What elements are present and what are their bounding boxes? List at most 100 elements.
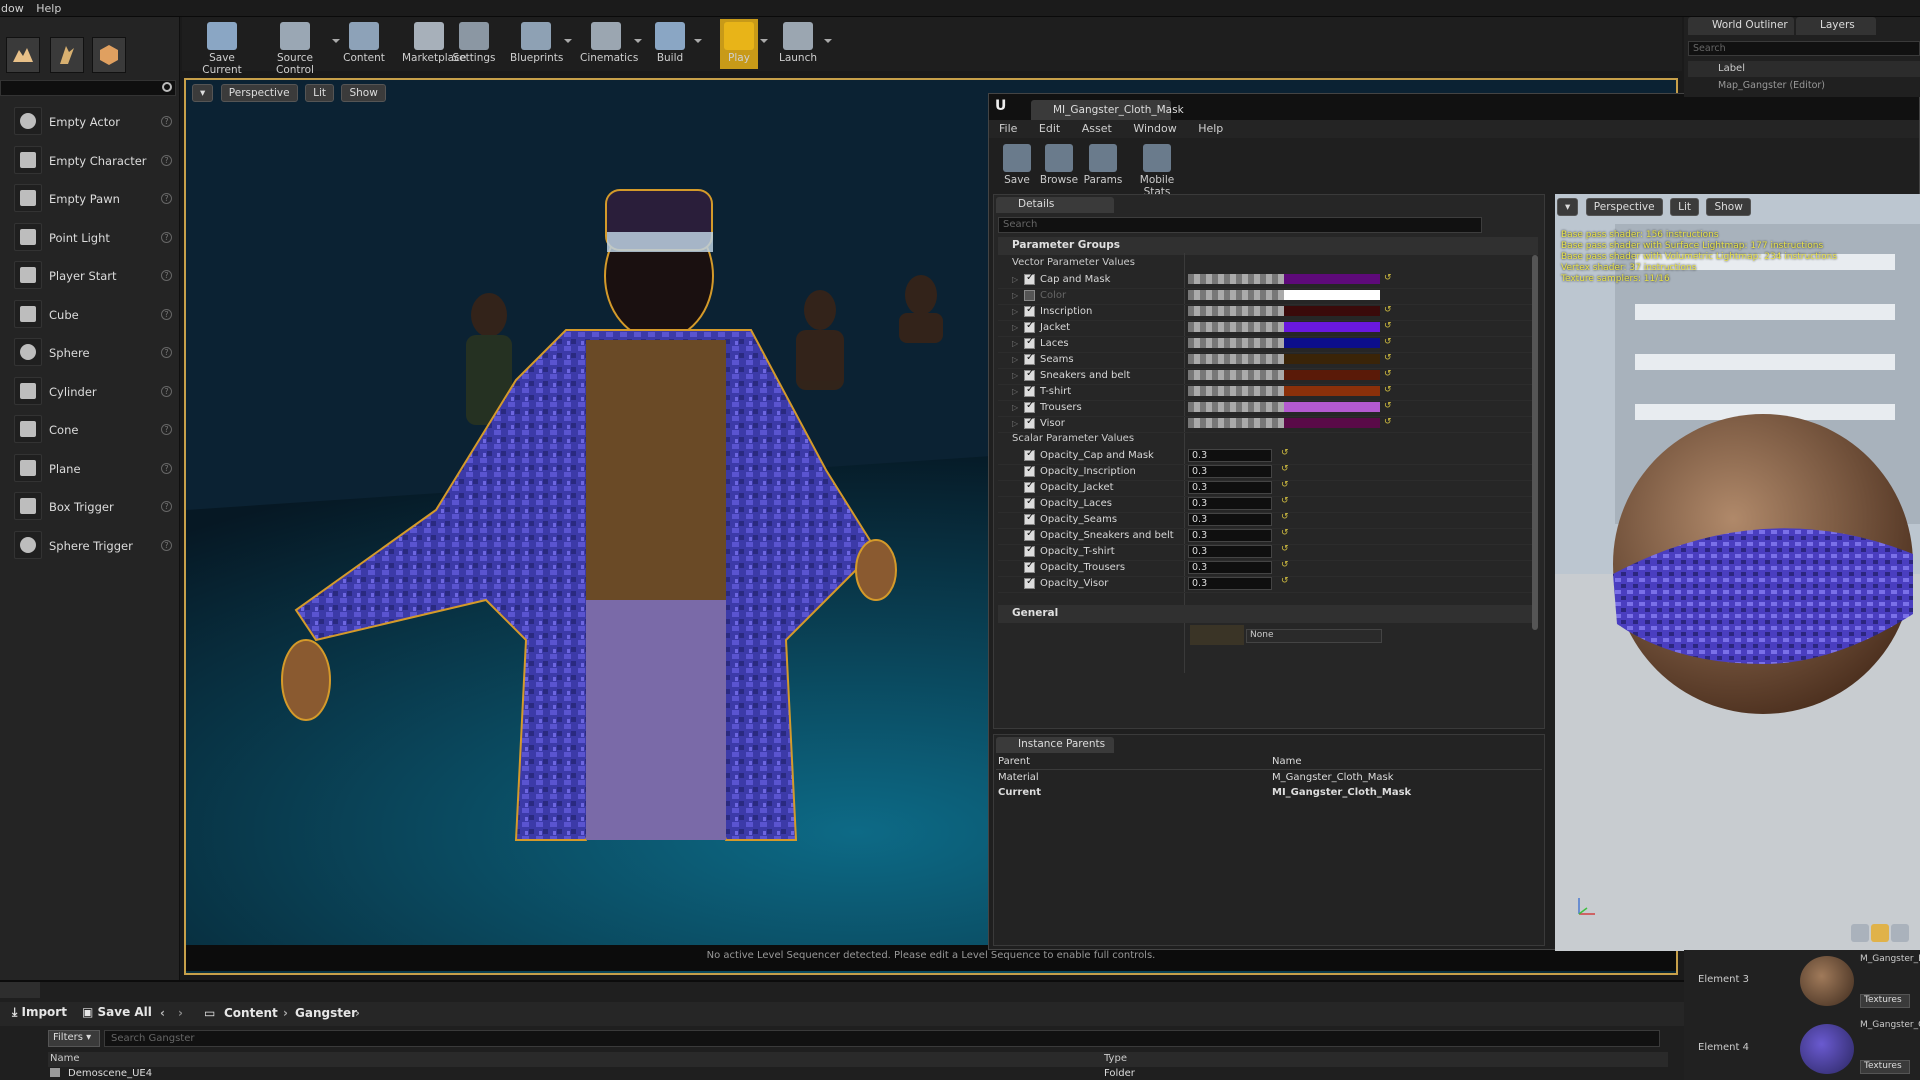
place-item[interactable]: Empty Actor? — [0, 103, 180, 141]
element-3-textures-dropdown[interactable]: Textures — [1860, 994, 1910, 1008]
place-item[interactable]: Player Start? — [0, 257, 180, 295]
alpha-swatch[interactable] — [1188, 386, 1284, 396]
alpha-swatch[interactable] — [1188, 306, 1284, 316]
override-checkbox[interactable] — [1024, 544, 1035, 557]
scalar-value-input[interactable]: 0.3 — [1188, 481, 1272, 494]
color-swatch[interactable] — [1284, 418, 1380, 428]
reset-icon[interactable]: ↺ — [1384, 385, 1392, 395]
table-row[interactable]: Material M_Gangster_Cloth_Mask — [996, 771, 1542, 786]
help-icon[interactable]: ? — [161, 424, 172, 435]
toolbar-button-save-current[interactable]: Save Current — [190, 19, 254, 76]
reset-icon[interactable]: ↺ — [1281, 512, 1289, 522]
preview-options-button[interactable]: ▾ — [1557, 198, 1579, 216]
place-item[interactable]: Empty Pawn? — [0, 180, 180, 218]
scalar-group-header[interactable]: Scalar Parameter Values — [998, 431, 1538, 447]
help-icon[interactable]: ? — [161, 501, 172, 512]
reset-icon[interactable]: ↺ — [1384, 305, 1392, 315]
override-checkbox[interactable] — [1024, 496, 1035, 509]
scalar-value-input[interactable]: 0.3 — [1188, 545, 1272, 558]
reset-icon[interactable]: ↺ — [1281, 480, 1289, 490]
content-browser-tab[interactable] — [0, 982, 40, 998]
reset-icon[interactable]: ↺ — [1384, 353, 1392, 363]
place-item[interactable]: Cone? — [0, 411, 180, 449]
lit-button[interactable]: Lit — [305, 84, 334, 102]
override-checkbox[interactable] — [1024, 368, 1035, 381]
breadcrumb-content[interactable]: Content — [224, 1006, 278, 1020]
reset-icon[interactable]: ↺ — [1281, 448, 1289, 458]
expand-arrow-icon[interactable]: ▷ — [1012, 403, 1018, 412]
override-checkbox[interactable] — [1024, 384, 1035, 397]
parent-dropdown[interactable]: None — [1246, 629, 1382, 643]
help-icon[interactable]: ? — [161, 154, 172, 166]
override-checkbox[interactable] — [1024, 512, 1035, 525]
toolbar-button-launch[interactable]: Launch — [774, 19, 832, 69]
override-checkbox[interactable] — [1024, 320, 1035, 333]
reset-icon[interactable]: ↺ — [1384, 273, 1392, 283]
place-mode-button[interactable] — [6, 37, 40, 73]
expand-arrow-icon[interactable]: ▷ — [1012, 307, 1018, 316]
color-swatch[interactable] — [1284, 354, 1380, 364]
help-icon[interactable]: ? — [161, 270, 172, 281]
preview-shape-button[interactable] — [1851, 924, 1869, 942]
chevron-down-icon[interactable] — [564, 39, 572, 43]
menu-window[interactable]: Window — [1123, 120, 1184, 135]
place-item[interactable]: Point Light? — [0, 219, 180, 257]
forward-button[interactable]: › — [178, 1006, 183, 1020]
instance-parents-tab[interactable]: Instance Parents — [996, 737, 1114, 753]
override-checkbox[interactable] — [1024, 290, 1035, 301]
alpha-swatch[interactable] — [1188, 354, 1284, 364]
override-checkbox[interactable] — [1024, 560, 1035, 573]
geometry-mode-button[interactable] — [92, 37, 126, 73]
toolbar-button-marketplace[interactable]: Marketplace — [402, 19, 466, 69]
reset-icon[interactable]: ↺ — [1281, 496, 1289, 506]
chevron-down-icon[interactable] — [332, 39, 340, 43]
reset-icon[interactable]: ↺ — [1281, 560, 1289, 570]
expand-arrow-icon[interactable]: ▷ — [1012, 339, 1018, 348]
help-icon[interactable]: ? — [161, 385, 172, 397]
world-outliner-tab[interactable]: World Outliner — [1688, 17, 1794, 35]
viewport-options-button[interactable]: ▾ — [192, 84, 214, 102]
chevron-down-icon[interactable] — [824, 39, 832, 43]
color-swatch[interactable] — [1284, 402, 1380, 412]
reset-icon[interactable]: ↺ — [1384, 401, 1392, 411]
preview-plane-button[interactable] — [1891, 924, 1909, 942]
breadcrumb-gangster[interactable]: Gangster — [295, 1006, 357, 1020]
details-scrollbar[interactable] — [1532, 255, 1538, 630]
element-4-textures-dropdown[interactable]: Textures — [1860, 1060, 1910, 1074]
outliner-row[interactable]: Map_Gangster (Editor) — [1718, 80, 1825, 91]
mobile-stats-button[interactable]: Mobile Stats — [1127, 140, 1187, 198]
place-search-input[interactable] — [0, 80, 176, 96]
general-section-header[interactable]: General — [998, 605, 1538, 623]
override-checkbox[interactable] — [1024, 400, 1035, 413]
preview-perspective-button[interactable]: Perspective — [1585, 198, 1663, 216]
expand-arrow-icon[interactable]: ▷ — [1012, 355, 1018, 364]
reset-icon[interactable]: ↺ — [1281, 528, 1289, 538]
details-search-input[interactable]: Search — [998, 217, 1482, 233]
back-button[interactable]: ‹ — [160, 1006, 165, 1020]
browse-button[interactable]: Browse — [1039, 140, 1079, 186]
reset-icon[interactable]: ↺ — [1384, 337, 1392, 347]
place-item[interactable]: Plane? — [0, 450, 180, 488]
preview-lit-button[interactable]: Lit — [1670, 198, 1699, 216]
save-all-button[interactable]: ▣ Save All — [82, 1005, 152, 1023]
chevron-down-icon[interactable] — [694, 39, 702, 43]
color-swatch[interactable] — [1284, 338, 1380, 348]
expand-arrow-icon[interactable]: ▷ — [1012, 323, 1018, 332]
paint-mode-button[interactable] — [50, 37, 84, 73]
toolbar-button-play[interactable]: Play — [720, 19, 768, 69]
alpha-swatch[interactable] — [1188, 418, 1284, 428]
show-button[interactable]: Show — [341, 84, 386, 102]
toolbar-button-cinematics[interactable]: Cinematics — [580, 19, 642, 69]
place-item[interactable]: Empty Character? — [0, 142, 180, 180]
color-swatch[interactable] — [1284, 386, 1380, 396]
help-icon[interactable]: ? — [161, 231, 172, 243]
perspective-button[interactable]: Perspective — [220, 84, 298, 102]
alpha-swatch[interactable] — [1188, 338, 1284, 348]
params-button[interactable]: Params — [1081, 140, 1125, 186]
toolbar-button-content[interactable]: Content — [342, 19, 386, 69]
override-checkbox[interactable] — [1024, 304, 1035, 317]
menu-file[interactable]: File — [989, 120, 1025, 135]
menu-asset[interactable]: Asset — [1072, 120, 1120, 135]
place-item[interactable]: Cylinder? — [0, 373, 180, 411]
place-item[interactable]: Box Trigger? — [0, 488, 180, 526]
